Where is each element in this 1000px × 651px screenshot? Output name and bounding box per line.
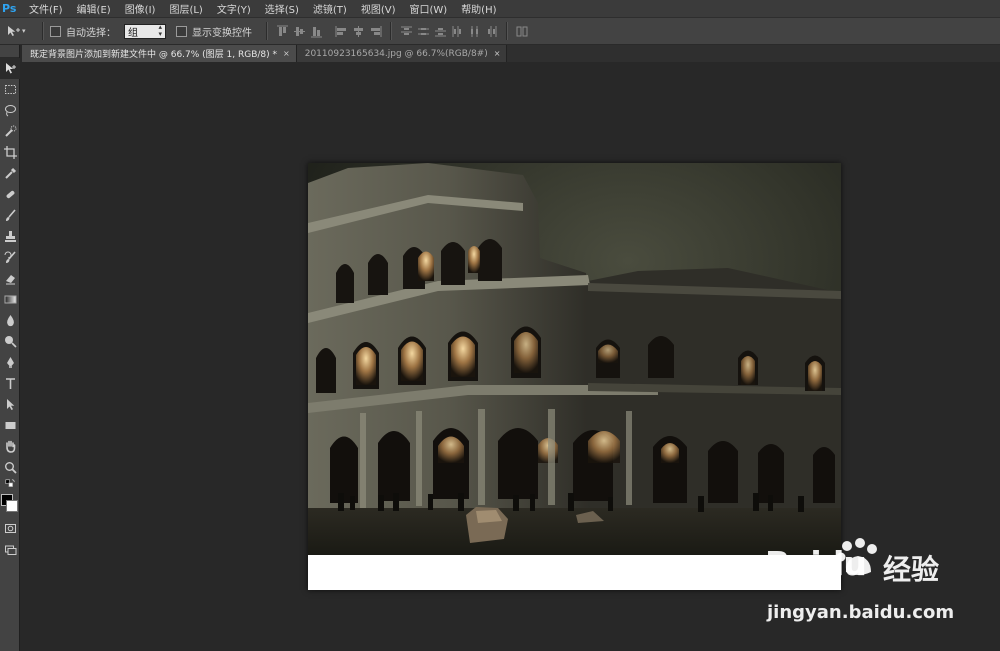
menu-help[interactable]: 帮助(H) [456, 1, 501, 16]
menu-window[interactable]: 窗口(W) [404, 1, 452, 16]
distribute-hcenter-icon[interactable] [467, 24, 482, 39]
document-tab-active[interactable]: 既定背景图片添加到新建文件中 @ 66.7% (图层 1, RGB/8) * × [22, 45, 297, 62]
auto-select-label: 自动选择： [66, 27, 116, 39]
watermark-url: jingyan.baidu.com [767, 602, 955, 623]
distribute-right-icon[interactable] [484, 24, 499, 39]
menu-edit[interactable]: 编辑(E) [72, 1, 116, 16]
eraser-icon[interactable] [0, 268, 20, 289]
move-tool-icon [8, 26, 20, 36]
move-icon[interactable] [0, 58, 20, 79]
align-left-icon[interactable] [334, 24, 349, 39]
marquee-icon[interactable] [0, 79, 20, 100]
lasso-icon[interactable] [0, 100, 20, 121]
menu-image[interactable]: 图像(I) [120, 1, 161, 16]
auto-select-value: 组 [128, 27, 138, 39]
background-color-swatch[interactable] [6, 500, 18, 512]
menu-bar: Ps 文件(F) 编辑(E) 图像(I) 图层(L) 文字(Y) 选择(S) 滤… [0, 0, 1000, 17]
show-transform-label: 显示变换控件 [192, 27, 252, 39]
crop-icon[interactable] [0, 142, 20, 163]
distribute-vcenter-icon[interactable] [416, 24, 431, 39]
auto-select-dropdown[interactable]: 组 ▴ ▾ [124, 23, 166, 39]
menu-select[interactable]: 选择(S) [260, 1, 304, 16]
tools-panel [0, 45, 20, 651]
paw-logo-icon [836, 538, 877, 575]
quick-mask-icon[interactable] [0, 518, 20, 539]
menu-layer[interactable]: 图层(L) [164, 1, 207, 16]
path-select-icon[interactable] [0, 394, 20, 415]
pen-icon[interactable] [0, 352, 20, 373]
tab-label: 20110923165634.jpg @ 66.7%(RGB/8#) [304, 48, 488, 59]
type-icon[interactable] [0, 373, 20, 394]
blur-icon[interactable] [0, 310, 20, 331]
divider [506, 22, 508, 40]
close-icon[interactable]: × [283, 49, 290, 58]
divider [42, 22, 44, 40]
close-icon[interactable]: × [494, 49, 501, 58]
distribute-top-icon[interactable] [399, 24, 414, 39]
app-logo: Ps [2, 2, 17, 15]
gradient-icon[interactable] [0, 289, 20, 310]
distribute-left-icon[interactable] [450, 24, 465, 39]
baidu-watermark: Baidu 经验 jingyan.baidu.com [765, 538, 955, 634]
quick-select-icon[interactable] [0, 121, 20, 142]
menu-filter[interactable]: 滤镜(T) [308, 1, 352, 16]
default-colors-icon[interactable] [0, 478, 20, 490]
eyedropper-icon[interactable] [0, 163, 20, 184]
dodge-icon[interactable] [0, 331, 20, 352]
show-transform-checkbox[interactable] [176, 25, 187, 37]
rectangle-icon[interactable] [0, 415, 20, 436]
hand-icon[interactable] [0, 436, 20, 457]
panel-grip[interactable] [0, 45, 19, 58]
align-top-icon[interactable] [275, 24, 290, 39]
align-vcenter-icon[interactable] [292, 24, 307, 39]
menu-view[interactable]: 视图(V) [356, 1, 401, 16]
document-tab-bar: 既定背景图片添加到新建文件中 @ 66.7% (图层 1, RGB/8) * ×… [22, 45, 1000, 62]
document-tab[interactable]: 20110923165634.jpg @ 66.7%(RGB/8#) × [296, 45, 508, 62]
history-brush-icon[interactable] [0, 247, 20, 268]
auto-align-layers-icon[interactable] [515, 24, 530, 39]
tab-label: 既定背景图片添加到新建文件中 @ 66.7% (图层 1, RGB/8) * [30, 50, 278, 60]
divider [390, 22, 392, 40]
options-bar: ▾ 自动选择： 组 ▴ ▾ 显示变换控件 [0, 17, 1000, 45]
distribute-bottom-icon[interactable] [433, 24, 448, 39]
zoom-icon[interactable] [0, 457, 20, 478]
color-swatches [0, 490, 19, 518]
align-hcenter-icon[interactable] [351, 24, 366, 39]
clone-stamp-icon[interactable] [0, 226, 20, 247]
divider [266, 22, 268, 40]
stepper-arrows-icon: ▴ ▾ [158, 23, 162, 38]
auto-select-checkbox[interactable] [50, 25, 61, 37]
menu-type[interactable]: 文字(Y) [212, 1, 256, 16]
align-bottom-icon[interactable] [309, 24, 324, 39]
tool-preset-picker[interactable]: ▾ [6, 25, 36, 37]
screen-mode-icon[interactable] [0, 539, 20, 560]
watermark-suffix: 经验 [883, 553, 940, 586]
align-right-icon[interactable] [368, 24, 383, 39]
menu-file[interactable]: 文件(F) [24, 1, 68, 16]
healing-brush-icon[interactable] [0, 184, 20, 205]
chevron-down-icon: ▾ [22, 27, 26, 35]
colosseum-photo-layer[interactable] [308, 163, 841, 555]
colosseum-photo [308, 163, 841, 555]
brush-icon[interactable] [0, 205, 20, 226]
document-canvas[interactable] [308, 163, 841, 590]
